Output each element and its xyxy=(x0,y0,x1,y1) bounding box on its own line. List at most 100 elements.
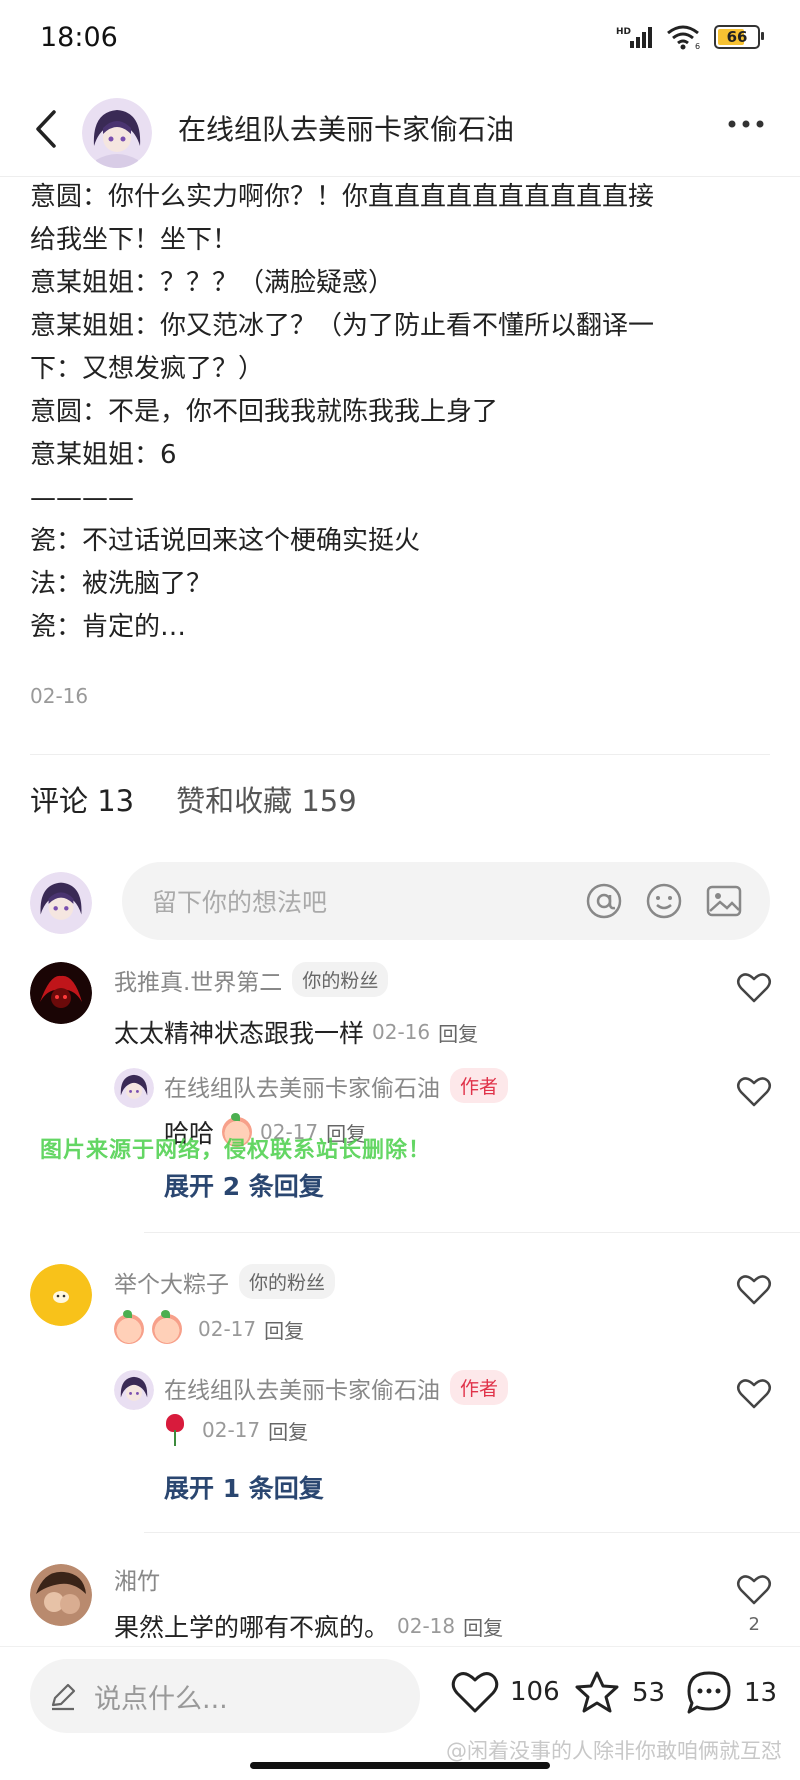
fan-badge: 你的粉丝 xyxy=(239,1264,336,1299)
like-count: 106 xyxy=(510,1677,560,1707)
comment-input[interactable]: 留下你的想法吧 xyxy=(122,862,770,940)
battery-icon: 66 xyxy=(714,25,764,49)
comment-bubble-icon xyxy=(687,1671,731,1714)
like-heart-icon[interactable] xyxy=(736,1074,772,1110)
fan-badge: 你的粉丝 xyxy=(292,962,389,997)
at-mention-icon[interactable] xyxy=(584,881,624,921)
like-heart-icon[interactable] xyxy=(736,970,772,1006)
signal-icon: HD xyxy=(616,27,652,48)
back-button[interactable] xyxy=(28,104,68,154)
post-line: 意某姐姐：6 xyxy=(30,440,177,470)
post-line: 法：被洗脑了？ xyxy=(30,569,213,599)
comment-action[interactable]: 13 xyxy=(684,1669,777,1717)
expand-replies-button[interactable]: 展开 1 条回复 xyxy=(164,1469,324,1505)
comment-input-placeholder: 留下你的想法吧 xyxy=(152,888,328,917)
commenter-name[interactable]: 湘竹 xyxy=(114,1562,160,1596)
reply-name-row: 在线组队去美丽卡家偷石油 作者 xyxy=(164,1370,509,1405)
divider xyxy=(30,754,770,755)
reply-button[interactable]: 回复 xyxy=(268,1416,308,1445)
commenter-name[interactable]: 我推真.世界第二 xyxy=(114,963,282,997)
comment-text: 太太精神状态跟我一样 xyxy=(114,1019,365,1048)
like-count: 2 xyxy=(748,1614,760,1635)
reply-avatar[interactable] xyxy=(114,1370,154,1410)
comment-text: 果然上学的哪有不疯的。 xyxy=(114,1613,390,1642)
reply-button[interactable]: 回复 xyxy=(463,1612,503,1641)
wifi-label: 6 xyxy=(695,42,700,50)
commenter-name-row: 举个大粽子 你的粉丝 xyxy=(114,1264,336,1299)
post-content: 意圆：你什么实力啊你？！你直直直直直直直直直直接 给我坐下！坐下！ 意某姐姐：？… xyxy=(30,176,760,649)
emoji-icon[interactable] xyxy=(644,881,684,921)
tab-likes-favorites[interactable]: 赞和收藏 159 xyxy=(176,778,357,820)
bottom-action-bar: 说点什么... 106 53 13 @闲着没事的人除非你敢咱俩就互怼 xyxy=(0,1646,800,1780)
rose-emoji-icon xyxy=(164,1414,186,1446)
commenter-name-row: 我推真.世界第二 你的粉丝 xyxy=(114,962,389,997)
comment-date: 02-16 xyxy=(372,1020,431,1044)
wifi-icon: 6 xyxy=(667,25,700,50)
favorite-count: 53 xyxy=(632,1678,666,1708)
bottom-watermark: @闲着没事的人除非你敢咱俩就互怼 xyxy=(446,1739,782,1763)
chevron-left-icon xyxy=(36,110,56,148)
reply-avatar[interactable] xyxy=(114,1068,154,1108)
comment-tabs: 评论 13 赞和收藏 159 xyxy=(30,778,357,820)
like-action[interactable]: 106 xyxy=(450,1669,560,1715)
divider xyxy=(144,1232,800,1233)
post-line: 瓷：不过话说回来这个梗确实挺火 xyxy=(30,526,421,556)
expand-replies-button[interactable]: 展开 2 条回复 xyxy=(164,1167,324,1203)
ellipsis-icon xyxy=(728,120,764,128)
divider xyxy=(144,1532,800,1533)
comment-date: 02-18 xyxy=(397,1614,456,1638)
reply-text-row: 02-17 回复 xyxy=(164,1414,308,1446)
commenter-name[interactable]: 举个大粽子 xyxy=(114,1265,229,1299)
commenter-name-row: 湘竹 xyxy=(114,1562,160,1596)
reply-button[interactable]: 回复 xyxy=(264,1315,304,1344)
post-line: ———— xyxy=(30,483,134,513)
say-something-input[interactable]: 说点什么... xyxy=(30,1659,420,1733)
source-watermark: 图片来源于网络，侵权联系站长删除！ xyxy=(40,1138,432,1163)
status-time: 18:06 xyxy=(40,22,118,53)
author-badge: 作者 xyxy=(450,1068,509,1103)
chat-header: 在线组队去美丽卡家偷石油 xyxy=(0,86,800,177)
comment-composer: 留下你的想法吧 xyxy=(30,862,770,942)
comment-text-row: 果然上学的哪有不疯的。 02-18 回复 xyxy=(114,1608,503,1644)
peach-emoji-icon xyxy=(114,1310,144,1344)
post-line: 给我坐下！坐下！ xyxy=(30,225,239,255)
star-icon xyxy=(575,1671,619,1713)
battery-level: 66 xyxy=(726,28,748,46)
image-icon[interactable] xyxy=(704,881,744,921)
post-line: 意某姐姐：？？？（满脸疑惑） xyxy=(30,268,395,298)
reply-author-name[interactable]: 在线组队去美丽卡家偷石油 xyxy=(164,1069,440,1103)
commenter-avatar[interactable] xyxy=(30,962,92,1024)
post-line: 下：又想发疯了？） xyxy=(30,354,265,384)
heart-icon xyxy=(451,1672,499,1713)
reply-date: 02-17 xyxy=(202,1418,261,1442)
pencil-icon xyxy=(51,1683,76,1711)
page-title: 在线组队去美丽卡家偷石油 xyxy=(178,113,515,146)
post-line: 意某姐姐：你又范冰了？（为了防止看不懂所以翻译一 xyxy=(30,311,655,341)
like-heart-icon[interactable] xyxy=(736,1572,772,1608)
post-date: 02-16 xyxy=(30,684,89,708)
comment-date: 02-17 xyxy=(198,1317,257,1341)
tab-comments[interactable]: 评论 13 xyxy=(30,778,134,820)
commenter-avatar[interactable] xyxy=(30,1264,92,1326)
more-options-button[interactable] xyxy=(726,108,766,148)
comment-text-row: 太太精神状态跟我一样 02-16 回复 xyxy=(114,1014,478,1050)
home-indicator[interactable] xyxy=(250,1762,550,1769)
status-bar: 18:06 HD 6 66 xyxy=(0,0,800,80)
my-avatar xyxy=(30,872,92,934)
say-something-placeholder: 说点什么... xyxy=(94,1683,228,1715)
like-heart-icon[interactable] xyxy=(736,1272,772,1308)
peach-emoji-icon xyxy=(152,1310,182,1344)
status-icons: HD 6 66 xyxy=(616,24,764,50)
reply-author-name[interactable]: 在线组队去美丽卡家偷石油 xyxy=(164,1371,440,1405)
author-avatar[interactable] xyxy=(82,98,152,168)
comment-count: 13 xyxy=(744,1678,778,1708)
post-line: 瓷：肯定的… xyxy=(30,612,187,642)
author-badge: 作者 xyxy=(450,1370,509,1405)
reply-button[interactable]: 回复 xyxy=(438,1018,478,1047)
post-line: 意圆：你什么实力啊你？！你直直直直直直直直直直接 xyxy=(30,182,655,212)
favorite-action[interactable]: 53 xyxy=(572,1669,665,1717)
commenter-avatar[interactable] xyxy=(30,1564,92,1626)
reply-name-row: 在线组队去美丽卡家偷石油 作者 xyxy=(164,1068,509,1103)
post-line: 意圆：不是，你不回我我就陈我我上身了 xyxy=(30,397,499,427)
like-heart-icon[interactable] xyxy=(736,1376,772,1412)
